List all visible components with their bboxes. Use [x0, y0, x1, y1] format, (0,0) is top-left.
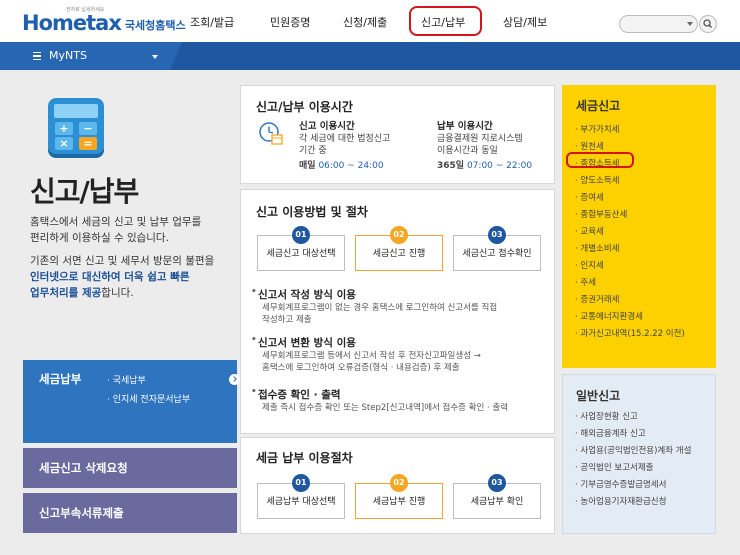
- top-header: 전자로 납세하세요 Hometax 국세청홈택스 조회/발급 민원증명 신청/제…: [0, 0, 740, 42]
- tax-item-vat[interactable]: 부가가치세: [575, 123, 619, 135]
- tax-item-past-history[interactable]: 과거신고내역(15.2.22 이전): [575, 327, 684, 339]
- plus-key: +: [55, 122, 73, 135]
- filing-hours-block: 신고 이용시간 각 세금에 대한 법정신고 기간 중 매일 06:00 ~ 24…: [299, 121, 390, 172]
- tax-item-education[interactable]: 교육세: [575, 225, 603, 237]
- general-item-business-account[interactable]: 사업용(공익법인전용)계좌 개설: [575, 444, 691, 456]
- tax-item-transport-energy[interactable]: 교통에너지환경세: [575, 310, 643, 322]
- payment-procedure-title: 세금 납부 이용절차: [256, 451, 353, 465]
- mynts-label[interactable]: MyNTS: [49, 49, 87, 62]
- intro-text-2: 기존의 서면 신고 및 세무서 방문의 불편을 인터넷으로 대신하여 더욱 쉽고…: [30, 253, 214, 301]
- delete-request-label: 세금신고 삭제요청: [39, 461, 128, 475]
- intro-line: 편리하게 이용하실 수 있습니다.: [30, 232, 169, 244]
- hometax-logo[interactable]: 전자로 납세하세요 Hometax 국세청홈택스: [22, 7, 186, 35]
- tax-payment-title[interactable]: 세금납부: [39, 371, 81, 387]
- general-item-overseas-account[interactable]: 해외금융계좌 신고: [575, 427, 645, 439]
- tax-item-liquor[interactable]: 주세: [575, 276, 596, 288]
- tax-filing-panel: 세금신고 부가가치세 원천세 종합소득세 양도소득세 증여세 종합부동산세 교육…: [562, 85, 716, 368]
- chevron-down-icon[interactable]: [152, 55, 158, 59]
- tax-item-gift[interactable]: 증여세: [575, 191, 603, 203]
- logo-tagline: 전자로 납세하세요: [66, 7, 105, 13]
- payment-step-1-num: 01: [292, 474, 310, 492]
- mynts-tab-edge: [170, 42, 182, 70]
- general-item-donation-receipt[interactable]: 기부금영수증발급명세서: [575, 478, 666, 490]
- filing-hours-desc: 기간 중: [299, 146, 327, 156]
- attachment-submit-button[interactable]: 신고부속서류제출: [23, 493, 237, 533]
- equals-key: =: [79, 137, 97, 150]
- desc-line: 제출 즉시 접수증 확인 또는 Step2[신고내역]에서 접수증 확인 · 출…: [262, 403, 509, 413]
- tax-filing-title: 세금신고: [576, 99, 621, 113]
- arrow-right-icon[interactable]: [229, 374, 240, 385]
- calculator-icon: + − × =: [48, 98, 104, 154]
- payment-step-3-num: 03: [488, 474, 506, 492]
- general-item-business-status[interactable]: 사업장현황 신고: [575, 410, 637, 422]
- intro-line: 기존의 서면 신고 및 세무서 방문의 불편을: [30, 255, 215, 267]
- desc-line: 작성하고 제출: [262, 315, 312, 325]
- hours-title: 신고/납부 이용시간: [256, 100, 353, 114]
- desc-line: 세무회계프로그램 등에서 신고서 작성 후 전자신고파일생성 →: [262, 351, 481, 361]
- payment-step-2-num: 02: [390, 474, 408, 492]
- times-key: ×: [55, 137, 73, 150]
- tax-item-securities[interactable]: 증권거래세: [575, 293, 619, 305]
- intro-highlight: 인터넷으로 대신하여 더욱 쉽고 빠른: [30, 271, 190, 283]
- logo-text: Hometax: [22, 11, 122, 35]
- filing-step-1-num: 01: [292, 226, 310, 244]
- payment-hours-days: 365일: [437, 161, 465, 171]
- tax-item-capital-gains[interactable]: 양도소득세: [575, 174, 619, 186]
- general-filing-title: 일반신고: [576, 389, 621, 403]
- national-tax-payment-link[interactable]: · 국세납부: [107, 373, 146, 386]
- nav-application[interactable]: 신청/제출: [343, 14, 387, 30]
- nav-consultation[interactable]: 상담/제보: [503, 14, 547, 30]
- page-title: 신고/납부: [30, 175, 139, 208]
- tax-item-property[interactable]: 종합부동산세: [575, 208, 627, 220]
- chevron-down-icon: [687, 22, 693, 26]
- logo-korean: 국세청홈택스: [124, 19, 186, 32]
- general-item-farm-refund[interactable]: 농어업용기자재환급신청: [575, 495, 666, 507]
- delete-request-button[interactable]: 세금신고 삭제요청: [23, 448, 237, 488]
- clock-calendar-icon: [259, 122, 283, 145]
- search-icon: [703, 19, 713, 29]
- minus-key: −: [79, 122, 97, 135]
- payment-hours-desc: 이용시간과 동일: [437, 146, 498, 156]
- intro-text: 홈택스에서 세금의 신고 및 납부 업무를 편리하게 이용하실 수 있습니다.: [30, 214, 201, 246]
- payment-hours-desc: 금융결제원 지로시스템: [437, 134, 523, 144]
- attachment-submit-label: 신고부속서류제출: [39, 506, 124, 520]
- menu-icon[interactable]: [33, 52, 41, 60]
- stamp-tax-payment-link[interactable]: · 인지세 전자문서납부: [107, 392, 190, 405]
- filing-step-3-num: 03: [488, 226, 506, 244]
- payment-hours-title: 납부 이용시간: [437, 121, 493, 132]
- search-button[interactable]: [699, 15, 717, 33]
- payment-hours-time: 07:00 ~ 22:00: [466, 161, 533, 171]
- receipt-heading[interactable]: 접수증 확인 · 출력: [251, 387, 341, 402]
- calculator-screen: [54, 104, 98, 118]
- filing-hours-days: 매일: [299, 161, 316, 171]
- method-direct-heading[interactable]: 신고서 작성 방식 이용: [251, 287, 356, 302]
- intro-line: 합니다.: [101, 287, 134, 299]
- tax-item-consumption[interactable]: 개별소비세: [575, 242, 619, 254]
- intro-highlight: 업무처리를 제공: [30, 287, 102, 299]
- search-input[interactable]: [619, 15, 698, 33]
- income-tax-highlight-annotation: [566, 152, 634, 168]
- method-convert-heading[interactable]: 신고서 변환 방식 이용: [251, 335, 356, 350]
- filing-procedure-title: 신고 이용방법 및 절차: [256, 205, 368, 219]
- nav-certificate[interactable]: 민원증명: [270, 14, 310, 30]
- method-direct-desc: 세무회계프로그램이 없는 경우 홈택스에 로그인하여 신고서를 직접 작성하고 …: [262, 302, 497, 326]
- desc-line: 홈택스에 로그인하여 오류검증(형식 · 내용검증) 후 제출: [262, 363, 460, 373]
- tax-item-stamp[interactable]: 인지세: [575, 259, 603, 271]
- filing-step-2-num: 02: [390, 226, 408, 244]
- filing-hours-title: 신고 이용시간: [299, 121, 355, 132]
- general-item-public-report[interactable]: 공익법인 보고서제출: [575, 461, 653, 473]
- nav-highlight-annotation: [409, 6, 482, 36]
- tax-item-withholding[interactable]: 원천세: [575, 140, 603, 152]
- intro-line: 홈택스에서 세금의 신고 및 납부 업무를: [30, 216, 202, 228]
- nav-inquiry[interactable]: 조회/발급: [190, 14, 234, 30]
- filing-hours-desc: 각 세금에 대한 법정신고: [299, 134, 391, 144]
- tax-payment-panel[interactable]: 세금납부 · 국세납부 · 인지세 전자문서납부: [23, 360, 240, 443]
- receipt-desc: 제출 즉시 접수증 확인 또는 Step2[신고내역]에서 접수증 확인 · 출…: [262, 402, 508, 414]
- method-convert-desc: 세무회계프로그램 등에서 신고서 작성 후 전자신고파일생성 → 홈택스에 로그…: [262, 350, 481, 374]
- payment-hours-block: 납부 이용시간 금융결제원 지로시스템 이용시간과 동일 365일 07:00 …: [437, 121, 532, 172]
- desc-line: 세무회계프로그램이 없는 경우 홈택스에 로그인하여 신고서를 직접: [262, 303, 498, 313]
- filing-hours-time: 06:00 ~ 24:00: [318, 161, 384, 171]
- mynts-bar: MyNTS: [0, 42, 740, 70]
- general-filing-panel: 일반신고 사업장현황 신고 해외금융계좌 신고 사업용(공익법인전용)계좌 개설…: [562, 374, 716, 534]
